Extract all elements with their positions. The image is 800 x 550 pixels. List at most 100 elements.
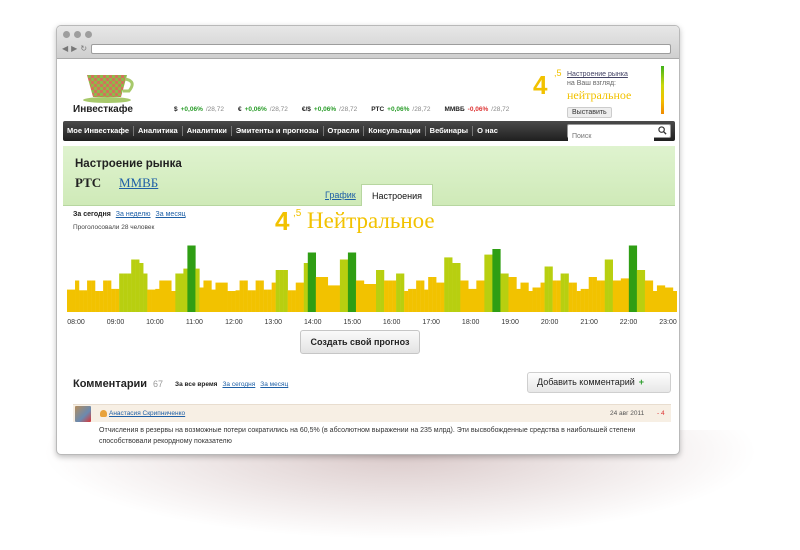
chart-bar <box>448 257 453 312</box>
coffee-cup-logo-icon[interactable] <box>79 69 139 103</box>
chart-bar <box>255 280 260 312</box>
site-header: Инвесткафе $ +0,06%/28,72 € +0,06%/28,72 €/$… <box>57 59 679 121</box>
chart-bar <box>311 252 317 312</box>
nav-item-about[interactable]: О нас <box>473 126 502 136</box>
chart-bar <box>424 289 429 312</box>
chart-bar <box>460 280 465 312</box>
chart-bar <box>251 290 256 312</box>
back-arrow-icon[interactable]: ◀ <box>62 44 68 54</box>
chart-bar <box>632 245 638 312</box>
chart-bar <box>584 288 589 312</box>
chart-bar <box>532 287 537 312</box>
chart-bar <box>279 270 284 312</box>
chart-bar <box>600 280 605 312</box>
chart-bar <box>287 290 292 312</box>
chart-bar <box>656 285 662 312</box>
x-tick-label: 08:00 <box>67 319 85 326</box>
index-micex-link[interactable]: ММВБ <box>119 175 158 191</box>
chart-bar <box>648 280 654 312</box>
nav-item-analysts[interactable]: Аналитики <box>183 126 232 136</box>
period-filter: За сегодня За неделю За месяц <box>73 211 186 218</box>
chart-bar <box>215 282 220 312</box>
forward-arrow-icon[interactable]: ▶ <box>71 44 77 54</box>
x-tick-label: 19:00 <box>501 319 519 326</box>
chart-bar <box>596 280 601 312</box>
chart-bar <box>175 273 180 312</box>
chart-bar <box>263 289 268 312</box>
chart-bar <box>239 280 244 312</box>
chart-bar <box>327 285 333 312</box>
chart-bar <box>444 257 449 312</box>
chart-bar <box>508 277 513 312</box>
chart-bar <box>472 288 477 312</box>
chart-bar <box>95 291 100 312</box>
chart-bar <box>107 280 112 312</box>
tab-moods[interactable]: Настроения <box>361 184 434 206</box>
ticker-item: € +0,06%/28,72 <box>238 106 288 113</box>
minimize-window-button[interactable] <box>74 31 81 38</box>
chart-bar <box>548 266 553 312</box>
mood-fraction: ,5 <box>554 68 562 78</box>
address-bar[interactable] <box>91 44 671 54</box>
chart-bar <box>672 291 677 312</box>
chart-mood-value: 4 ,5 Нейтральное <box>275 206 435 237</box>
add-comment-button[interactable]: Добавить комментарий + <box>527 372 671 393</box>
chart-bar <box>528 291 533 312</box>
chart-bar <box>155 288 160 312</box>
chart-bar <box>159 280 164 312</box>
main-nav: Мое Инвесткафе Аналитика Аналитики Эмите… <box>63 121 675 143</box>
filter-month-link[interactable]: За месяц <box>260 381 288 388</box>
ticker-symbol: € <box>237 106 242 113</box>
comment-date: 24 авг 2011 <box>610 410 645 417</box>
comment-author-link[interactable]: Анастасия Скрипниченко <box>109 410 185 417</box>
nav-item-issuers[interactable]: Эмитенты и прогнозы <box>232 126 324 136</box>
chart-bar <box>512 277 517 312</box>
chart-bar <box>636 270 642 312</box>
reload-icon[interactable]: ↻ <box>80 44 87 54</box>
chart-bar <box>416 280 421 312</box>
chart-bar <box>99 291 104 312</box>
chart-bar <box>195 268 200 312</box>
nav-item-consultations[interactable]: Консультации <box>364 126 426 136</box>
chart-bar <box>183 268 188 312</box>
chart-bar <box>139 263 144 312</box>
search-input[interactable] <box>568 130 654 143</box>
period-month-link[interactable]: За месяц <box>156 211 186 218</box>
set-mood-button[interactable]: Выставить <box>567 107 612 118</box>
mood-title-link[interactable]: Настроение рынка <box>567 71 628 78</box>
chart-bar <box>151 289 156 312</box>
browser-toolbar: ◀ ▶ ↻ <box>57 26 679 59</box>
filter-today-link[interactable]: За сегодня <box>222 381 255 388</box>
nav-item-industries[interactable]: Отрасли <box>324 126 365 136</box>
chart-bar <box>247 290 252 312</box>
x-tick-label: 17:00 <box>422 319 440 326</box>
nav-item-my-investcafe[interactable]: Мое Инвесткафе <box>63 126 134 136</box>
period-week-link[interactable]: За неделю <box>116 211 151 218</box>
chart-bar <box>568 282 573 312</box>
avatar[interactable] <box>75 406 91 422</box>
chart-bar <box>468 288 473 312</box>
browser-nav-buttons: ◀ ▶ ↻ <box>62 44 87 54</box>
chart-bar <box>504 273 509 312</box>
chart-bar <box>363 284 369 312</box>
chart-bar <box>552 280 557 312</box>
ticker-value: /28,72 <box>269 106 288 113</box>
nav-item-webinars[interactable]: Вебинары <box>426 126 474 136</box>
chart-bar <box>83 290 88 312</box>
period-today[interactable]: За сегодня <box>73 211 111 218</box>
create-forecast-button[interactable]: Создать свой прогноз <box>300 330 420 354</box>
nav-item-analysis[interactable]: Аналитика <box>134 126 183 136</box>
search-icon[interactable] <box>658 126 667 135</box>
maximize-window-button[interactable] <box>85 31 92 38</box>
comments-filter: За все время За сегодня За месяц <box>175 381 288 388</box>
tab-graph[interactable]: График <box>315 184 366 206</box>
chart-bar <box>87 280 92 312</box>
chart-bar <box>351 252 357 312</box>
mood-gauge <box>661 66 664 114</box>
filter-all-time[interactable]: За все время <box>175 381 217 388</box>
close-window-button[interactable] <box>63 31 70 38</box>
ticker-item: ММВБ -0,06%/28,72 <box>444 106 509 113</box>
site-logo-text[interactable]: Инвесткафе <box>73 104 133 115</box>
chart-bar <box>484 254 489 312</box>
chart-bar <box>223 282 228 312</box>
